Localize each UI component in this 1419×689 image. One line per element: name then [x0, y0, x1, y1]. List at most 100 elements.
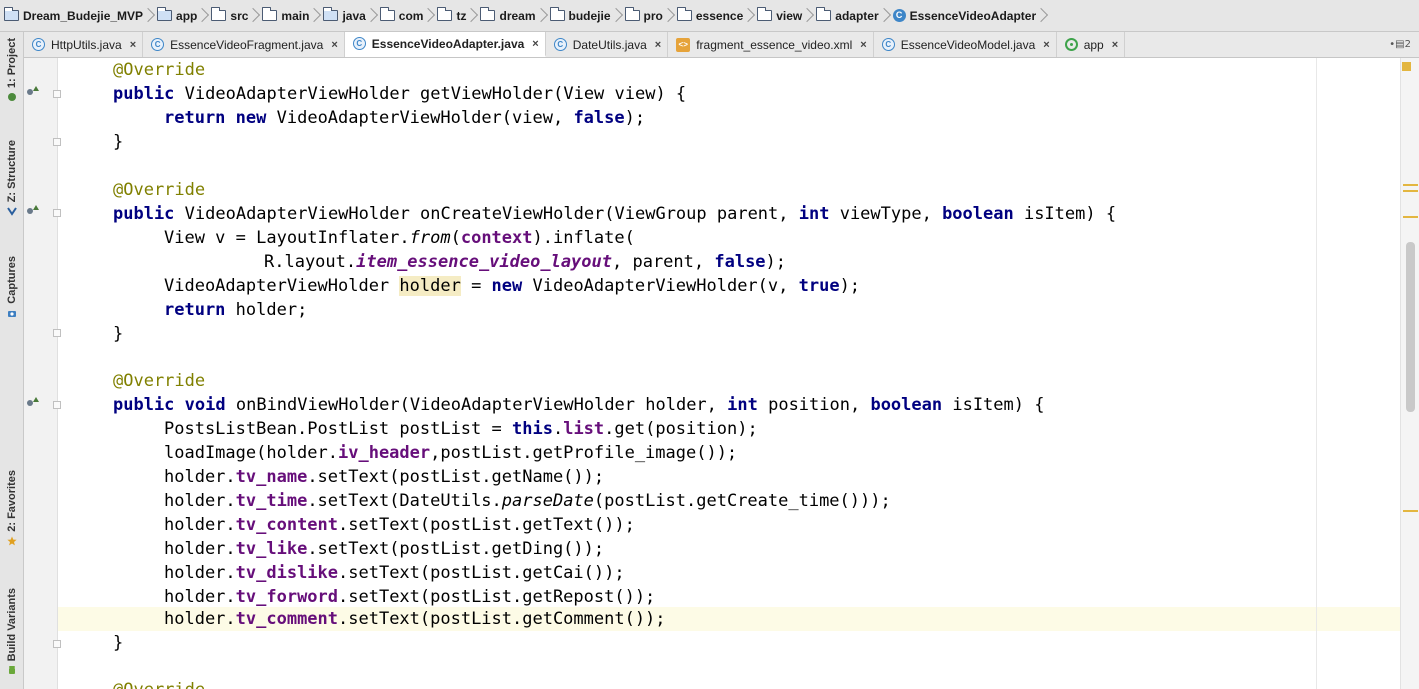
code-text: ( [450, 228, 461, 248]
breadcrumb-item-view[interactable]: view [757, 7, 816, 25]
tab-httputils[interactable]: C HttpUtils.java × [24, 32, 144, 57]
code-text: } [113, 633, 124, 653]
code-text: holder. [164, 467, 236, 487]
keyword: false [573, 108, 625, 128]
breadcrumb-label: com [398, 8, 424, 23]
tab-app[interactable]: app × [1057, 32, 1126, 57]
breadcrumb-item-main[interactable]: main [262, 7, 323, 25]
close-icon[interactable]: × [860, 39, 866, 51]
chevron-right-icon [250, 7, 258, 25]
code-text: VideoAdapterViewHolder(view, [266, 108, 574, 128]
editor-gutter[interactable] [24, 58, 61, 689]
code-line: @Override [58, 678, 1400, 689]
code-editor[interactable]: @Override public VideoAdapterViewHolder … [58, 58, 1400, 689]
tab-label: EssenceVideoModel.java [900, 37, 1036, 52]
chevron-right-icon [613, 7, 621, 25]
tab-label: DateUtils.java [572, 37, 647, 52]
keyword: return [164, 300, 226, 320]
tab-dateutils[interactable]: C DateUtils.java × [546, 32, 669, 57]
override-method-icon[interactable] [27, 205, 39, 217]
tool-window-captures[interactable]: Captures [0, 256, 24, 318]
close-icon[interactable]: × [1112, 39, 1118, 51]
breadcrumb-item-src[interactable]: src [211, 7, 262, 25]
tool-window-label: 2: Favorites [6, 470, 18, 532]
breadcrumb-item-class[interactable]: C EssenceVideoAdapter [892, 7, 1051, 25]
package-icon [676, 7, 692, 21]
package-icon [480, 7, 496, 21]
code-text: ,postList.getProfile_image()); [430, 443, 738, 463]
keyword: boolean [870, 395, 943, 415]
code-text: loadImage(holder. [164, 443, 338, 463]
close-icon[interactable]: × [532, 38, 538, 50]
warning-marker[interactable] [1403, 190, 1418, 192]
breadcrumb-item-app[interactable]: app [157, 7, 211, 25]
source-folder-icon [323, 7, 339, 21]
close-icon[interactable]: × [1043, 39, 1049, 51]
keyword: int [798, 204, 830, 224]
tabs-overflow-button[interactable]: •▤2 [1389, 32, 1419, 57]
breadcrumb-label: Dream_Budejie_MVP [23, 8, 144, 23]
code-line: public VideoAdapterViewHolder getViewHol… [58, 82, 1400, 106]
breadcrumb-item-java[interactable]: java [323, 7, 379, 25]
warning-marker[interactable] [1403, 510, 1418, 512]
breadcrumb-item-com[interactable]: com [379, 7, 438, 25]
code-text: holder. [164, 609, 236, 629]
code-line: public void onBindViewHolder(VideoAdapte… [58, 393, 1400, 417]
close-icon[interactable]: × [331, 39, 337, 51]
breadcrumb-item-pro[interactable]: pro [624, 7, 677, 25]
tool-window-favorites[interactable]: 2: Favorites [0, 470, 24, 546]
breadcrumb-item-tz[interactable]: tz [437, 7, 480, 25]
field: tv_content [235, 515, 339, 535]
field: tv_name [235, 467, 308, 487]
tab-essencevideomodel[interactable]: C EssenceVideoModel.java × [874, 32, 1057, 57]
code-text: holder. [164, 539, 236, 559]
annotation: @Override [113, 180, 206, 200]
static-method: parseDate [501, 491, 594, 511]
code-text: holder; [225, 300, 308, 320]
override-method-icon[interactable] [27, 86, 39, 98]
code-text: ); [765, 252, 787, 272]
tab-essencevideoadapter[interactable]: C EssenceVideoAdapter.java × [344, 32, 546, 57]
field: tv_like [235, 539, 308, 559]
tool-window-project[interactable]: 1: Project [0, 38, 24, 102]
package-icon [437, 7, 453, 21]
static-field: item_essence_video_layout [356, 252, 612, 272]
close-icon[interactable]: × [130, 39, 136, 51]
left-tool-strip: 1: Project Z: Structure Captures 2: Favo… [0, 32, 24, 689]
breadcrumb-label: dream [499, 8, 536, 23]
close-icon[interactable]: × [655, 39, 661, 51]
tab-fragment-essence-video-xml[interactable]: <> fragment_essence_video.xml × [668, 32, 874, 57]
override-method-icon[interactable] [27, 397, 39, 409]
chevron-right-icon [425, 7, 433, 25]
tab-essencevideofragment[interactable]: C EssenceVideoFragment.java × [143, 32, 345, 57]
breadcrumb-item-dream[interactable]: dream [480, 7, 549, 25]
breadcrumb-item-adapter[interactable]: adapter [816, 7, 892, 25]
warning-marker[interactable] [1403, 216, 1418, 218]
field: tv_time [235, 491, 308, 511]
code-line: return holder; [58, 298, 1400, 322]
tab-label: HttpUtils.java [51, 37, 122, 52]
chevron-right-icon [311, 7, 319, 25]
package-icon [549, 7, 565, 21]
vertical-scrollbar[interactable] [1400, 58, 1419, 689]
breadcrumb-item-essence[interactable]: essence [676, 7, 757, 25]
tool-window-label: 1: Project [6, 38, 18, 89]
breadcrumb-item-project[interactable]: Dream_Budejie_MVP [4, 7, 157, 25]
package-icon [816, 7, 832, 21]
warning-marker[interactable] [1403, 184, 1418, 186]
code-line: return new VideoAdapterViewHolder(view, … [58, 106, 1400, 130]
code-text: ).inflate( [532, 228, 635, 248]
tool-window-build-variants[interactable]: Build Variants [0, 588, 24, 675]
module-folder-icon [157, 7, 173, 21]
tool-window-structure[interactable]: Z: Structure [0, 140, 24, 217]
keyword: public [113, 204, 175, 224]
code-text: VideoAdapterViewHolder(v, [522, 276, 799, 296]
code-line: } [58, 130, 1400, 154]
xml-file-icon: <> [676, 37, 691, 52]
breadcrumb-item-budejie[interactable]: budejie [549, 7, 625, 25]
code-text: isItem) { [1013, 204, 1117, 224]
field: tv_comment [235, 609, 339, 629]
warning-status-icon[interactable] [1402, 62, 1411, 71]
scrollbar-thumb[interactable] [1406, 242, 1415, 412]
code-text: .setText(DateUtils. [307, 491, 502, 511]
